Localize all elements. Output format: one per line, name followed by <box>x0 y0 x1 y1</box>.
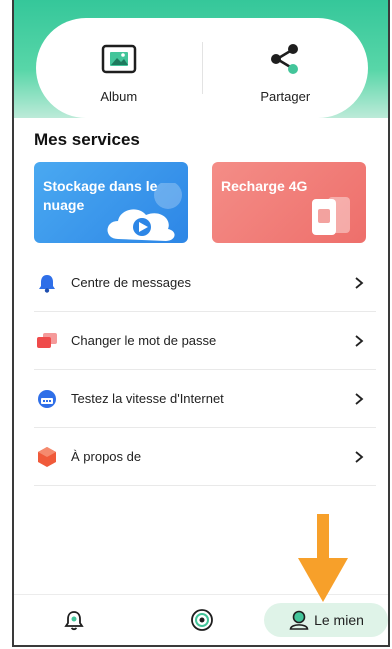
menu-item-label: Centre de messages <box>71 275 191 290</box>
chevron-right-icon <box>355 392 364 405</box>
sim-card-icon <box>312 197 350 235</box>
password-cards-icon <box>36 330 58 352</box>
share-button[interactable]: Partager <box>203 18 369 118</box>
menu-item-label: Testez la vitesse d'Internet <box>71 391 224 406</box>
menu-item-change-password[interactable]: Changer le mot de passe <box>34 312 376 370</box>
bell-icon <box>36 272 58 294</box>
profile-icon <box>289 610 309 630</box>
annotation-arrow-down-icon <box>298 514 348 602</box>
cloud-storage-tile[interactable]: Stockage dans le nuage <box>34 162 188 243</box>
cloud-play-icon <box>107 183 182 241</box>
recharge-4g-tile[interactable]: Recharge 4G <box>212 162 366 243</box>
share-icon <box>265 39 305 79</box>
nav-me-label: Le mien <box>314 612 364 628</box>
speedometer-icon <box>36 388 58 410</box>
menu-item-about[interactable]: À propos de <box>34 428 376 486</box>
share-label: Partager <box>260 88 311 104</box>
menu-item-label: Changer le mot de passe <box>71 333 217 348</box>
menu-item-speed-test[interactable]: Testez la vitesse d'Internet <box>34 370 376 428</box>
nav-alerts-tab[interactable] <box>54 595 94 645</box>
image-album-icon <box>99 39 139 79</box>
nav-me-tab[interactable]: Le mien <box>264 603 388 637</box>
menu-item-label: À propos de <box>71 449 142 464</box>
bell-nav-icon <box>64 611 84 631</box>
quick-actions-card: Album Partager <box>36 18 368 118</box>
settings-menu: Centre de messages Changer le mot de pas… <box>34 254 376 486</box>
services-title: Mes services <box>34 130 140 149</box>
chevron-right-icon <box>355 334 364 347</box>
hexagon-info-icon <box>36 446 58 468</box>
target-camera-icon <box>191 609 213 631</box>
nav-camera-tab[interactable] <box>182 595 222 645</box>
chevron-right-icon <box>355 276 364 289</box>
chevron-right-icon <box>355 450 364 463</box>
album-button[interactable]: Album <box>36 18 202 118</box>
album-label: Album <box>100 88 138 104</box>
menu-item-messages[interactable]: Centre de messages <box>34 254 376 312</box>
